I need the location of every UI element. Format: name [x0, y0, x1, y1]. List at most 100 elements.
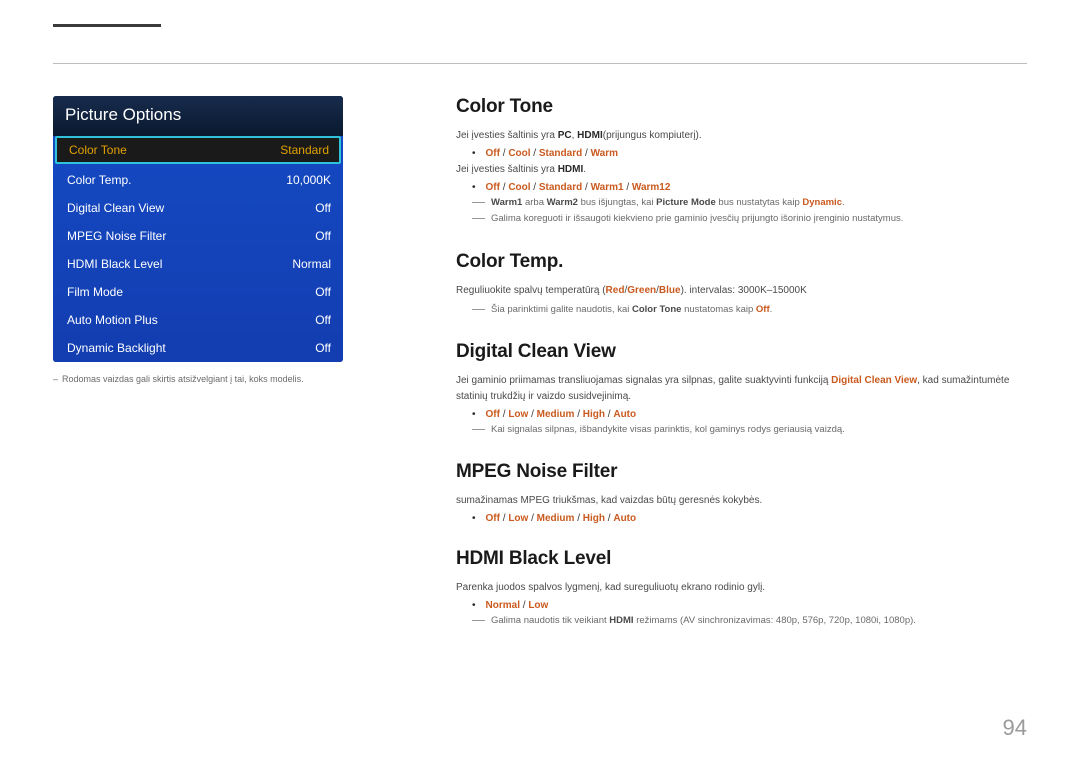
bullet-icon: •: [472, 148, 476, 159]
osd-row-color-temp[interactable]: Color Temp. 10,000K: [53, 166, 343, 194]
osd-row-digital-clean-view[interactable]: Digital Clean View Off: [53, 194, 343, 222]
highlight-text: Digital Clean View: [831, 375, 917, 386]
note-text: Galima koreguoti ir išsaugoti kiekvieno …: [491, 212, 903, 226]
option: Normal: [486, 600, 520, 611]
highlight-text: Blue: [659, 285, 681, 296]
section-color-temp: Color Temp. Reguliuokite spalvų temperat…: [456, 251, 1027, 317]
options-list: Off / Low / Medium / High / Auto: [486, 513, 637, 524]
option: High: [583, 409, 605, 420]
option: Warm: [591, 148, 618, 159]
paragraph: sumažinamas MPEG triukšmas, kad vaizdas …: [456, 493, 1027, 509]
footnote-text: Rodomas vaizdas gali skirtis atsižvelgia…: [62, 374, 304, 386]
osd-row-label: Dynamic Backlight: [67, 341, 166, 355]
bullet-icon: •: [472, 600, 476, 611]
option: Low: [508, 409, 528, 420]
text: arba: [522, 197, 546, 208]
osd-row-label: Digital Clean View: [67, 201, 164, 215]
right-column: Color Tone Jei įvesties šaltinis yra PC,…: [343, 96, 1027, 652]
note-text: Galima naudotis tik veikiant HDMI režima…: [491, 614, 916, 628]
header-rule: [53, 63, 1027, 64]
note-dash-icon: ―: [472, 302, 485, 316]
osd-row-color-tone[interactable]: Color Tone Standard: [55, 136, 341, 164]
note: ― Šia parinktimi galite naudotis, kai Co…: [456, 303, 1027, 317]
osd-row-label: HDMI Black Level: [67, 257, 162, 271]
paragraph: Reguliuokite spalvų temperatūrą (Red/Gre…: [456, 283, 1027, 299]
heading-mpeg: MPEG Noise Filter: [456, 461, 1027, 483]
bullet-icon: •: [472, 182, 476, 193]
osd-row-dynamic-backlight[interactable]: Dynamic Backlight Off: [53, 334, 343, 362]
text: nustatomas kaip: [681, 304, 755, 315]
osd-panel-title: Picture Options: [53, 96, 343, 134]
text: bus išjungtas, kai: [578, 197, 656, 208]
note: ― Warm1 arba Warm2 bus išjungtas, kai Pi…: [456, 196, 1027, 210]
osd-row-value: Off: [315, 341, 331, 355]
header-accent-bar: [53, 24, 161, 27]
option: Off: [486, 148, 500, 159]
option: Off: [486, 513, 500, 524]
osd-row-label: MPEG Noise Filter: [67, 229, 166, 243]
osd-row-label: Auto Motion Plus: [67, 313, 158, 327]
options-list: Off / Cool / Standard / Warm1 / Warm12: [486, 182, 671, 193]
highlight-text: Green: [627, 285, 656, 296]
osd-row-value: 10,000K: [286, 173, 331, 187]
bold-text: Warm1: [491, 197, 522, 208]
osd-panel: Picture Options Color Tone Standard Colo…: [53, 96, 343, 362]
option: Auto: [613, 513, 636, 524]
options-bullet: • Off / Cool / Standard / Warm: [456, 148, 1027, 159]
option: Low: [508, 513, 528, 524]
text: Jei įvesties šaltinis yra: [456, 130, 558, 141]
options-list: Normal / Low: [486, 600, 549, 611]
highlight-text: Off: [756, 304, 770, 315]
text: Galima naudotis tik veikiant: [491, 615, 609, 626]
text: (prijungus kompiuterį).: [603, 130, 702, 141]
osd-row-hdmi-black-level[interactable]: HDMI Black Level Normal: [53, 250, 343, 278]
text: Jei gaminio priimamas transliuojamas sig…: [456, 375, 831, 386]
option: Auto: [613, 409, 636, 420]
option: Medium: [537, 409, 575, 420]
option: Warm12: [632, 182, 671, 193]
text: .: [770, 304, 773, 315]
paragraph: Jei įvesties šaltinis yra PC, HDMI(priju…: [456, 128, 1027, 144]
osd-row-value: Off: [315, 313, 331, 327]
options-bullet: • Normal / Low: [456, 600, 1027, 611]
note-text: Kai signalas silpnas, išbandykite visas …: [491, 423, 845, 437]
options-bullet: • Off / Low / Medium / High / Auto: [456, 409, 1027, 420]
text: Jei įvesties šaltinis yra: [456, 164, 558, 175]
options-list: Off / Low / Medium / High / Auto: [486, 409, 637, 420]
note-dash-icon: ―: [472, 211, 485, 225]
osd-row-value: Normal: [292, 257, 331, 271]
text: .: [842, 197, 845, 208]
section-digital-clean-view: Digital Clean View Jei gaminio priimamas…: [456, 341, 1027, 437]
options-list: Off / Cool / Standard / Warm: [486, 148, 618, 159]
bold-text: HDMI: [558, 164, 584, 175]
option: Off: [486, 182, 500, 193]
osd-row-value: Standard: [280, 143, 329, 157]
option: Warm1: [591, 182, 624, 193]
osd-row-mpeg-noise-filter[interactable]: MPEG Noise Filter Off: [53, 222, 343, 250]
bold-text: Picture Mode: [656, 197, 716, 208]
option: Standard: [539, 148, 582, 159]
bold-text: HDMI: [609, 615, 633, 626]
bold-text: PC: [558, 130, 572, 141]
heading-dcv: Digital Clean View: [456, 341, 1027, 363]
bold-text: Warm2: [547, 197, 578, 208]
option: Medium: [537, 513, 575, 524]
osd-row-film-mode[interactable]: Film Mode Off: [53, 278, 343, 306]
option: Cool: [508, 182, 530, 193]
osd-row-auto-motion-plus[interactable]: Auto Motion Plus Off: [53, 306, 343, 334]
page-content: Picture Options Color Tone Standard Colo…: [0, 0, 1080, 652]
section-mpeg-noise-filter: MPEG Noise Filter sumažinamas MPEG triuk…: [456, 461, 1027, 524]
highlight-text: Red: [606, 285, 625, 296]
section-color-tone: Color Tone Jei įvesties šaltinis yra PC,…: [456, 96, 1027, 227]
note-dash-icon: ―: [472, 422, 485, 436]
osd-row-label: Film Mode: [67, 285, 123, 299]
osd-row-value: Off: [315, 229, 331, 243]
page-number: 94: [1003, 715, 1027, 741]
bold-text: HDMI: [577, 130, 603, 141]
note-text: Warm1 arba Warm2 bus išjungtas, kai Pict…: [491, 196, 845, 210]
osd-row-value: Off: [315, 285, 331, 299]
highlight-text: Dynamic: [802, 197, 842, 208]
osd-panel-body: Color Tone Standard Color Temp. 10,000K …: [53, 136, 343, 362]
option: High: [583, 513, 605, 524]
osd-row-value: Off: [315, 201, 331, 215]
